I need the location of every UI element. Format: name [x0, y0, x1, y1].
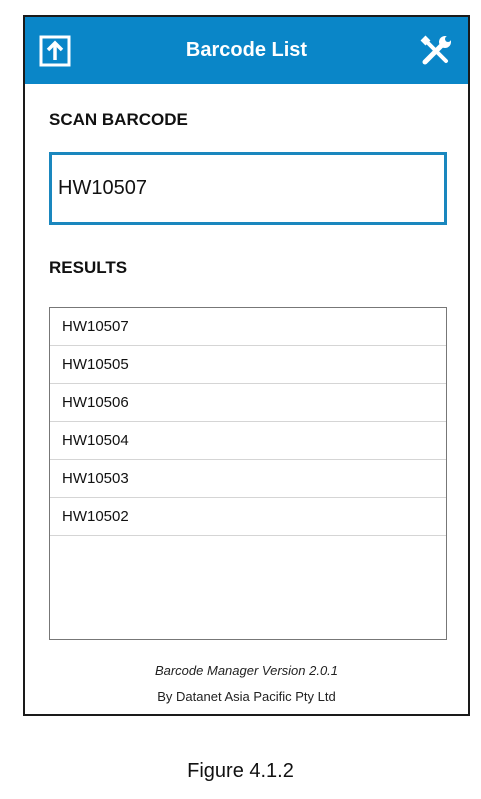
result-item[interactable]: HW10507 [50, 308, 446, 346]
result-item[interactable]: HW10505 [50, 346, 446, 384]
scan-barcode-input[interactable] [49, 152, 447, 225]
figure-caption: Figure 4.1.2 [187, 760, 294, 782]
wrench-screwdriver-icon [420, 35, 451, 65]
settings-button[interactable] [418, 33, 454, 69]
app-version-text: Barcode Manager Version 2.0.1 [154, 663, 339, 678]
result-item[interactable]: HW10503 [50, 460, 446, 498]
result-item[interactable]: HW10506 [50, 384, 446, 422]
result-item[interactable]: HW10502 [50, 498, 446, 536]
phone-screen: Barcode List SCAN BARCODE RESULTS HW1050… [23, 15, 470, 716]
results-list[interactable]: HW10507 HW10505 HW10506 HW10504 HW10503 … [49, 307, 447, 640]
result-item[interactable]: HW10504 [50, 422, 446, 460]
app-bar: Barcode List [25, 17, 468, 84]
results-label: RESULTS [49, 258, 128, 277]
app-title: Barcode List [185, 39, 308, 61]
scan-barcode-label: SCAN BARCODE [49, 110, 188, 129]
company-text: By Datanet Asia Pacific Pty Ltd [157, 689, 336, 704]
